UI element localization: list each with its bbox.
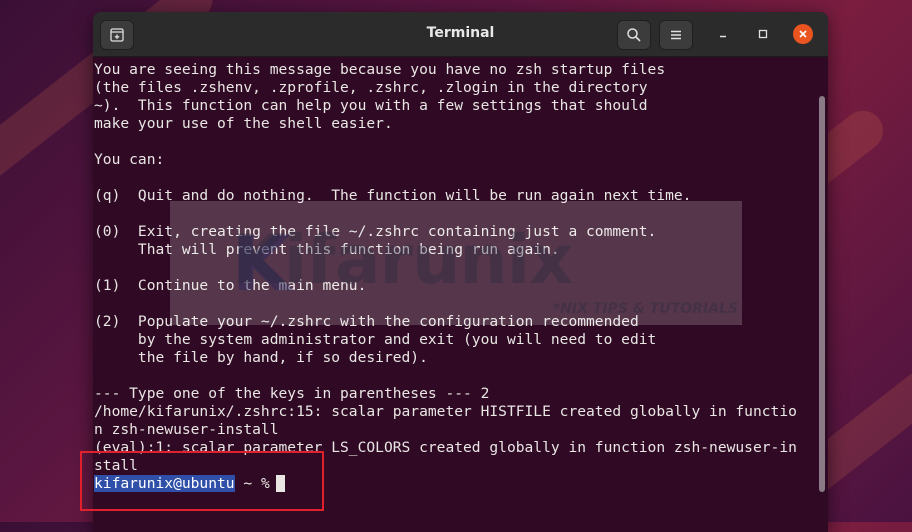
close-button[interactable] xyxy=(793,24,813,44)
terminal-line: (2) Populate your ~/.zshrc with the conf… xyxy=(94,313,639,330)
search-icon xyxy=(627,28,641,42)
terminal-line: the file by hand, if so desired). xyxy=(94,349,428,366)
terminal-line: by the system administrator and exit (yo… xyxy=(94,331,657,348)
scrollbar[interactable] xyxy=(819,96,825,492)
terminal-line: make your use of the shell easier. xyxy=(94,115,393,132)
terminal-line: That will prevent this function being ru… xyxy=(94,241,560,258)
search-button[interactable] xyxy=(617,20,651,50)
hamburger-menu-icon xyxy=(671,30,681,40)
terminal-line: --- Type one of the keys in parentheses … xyxy=(94,385,490,402)
terminal-line: (0) Exit, creating the file ~/.zshrc con… xyxy=(94,223,657,240)
menu-button[interactable] xyxy=(659,20,693,50)
minimize-icon xyxy=(720,35,726,38)
terminal-line: /home/kifarunix/.zshrc:15: scalar parame… xyxy=(94,403,797,420)
terminal-line: (q) Quit and do nothing. The function wi… xyxy=(94,187,692,204)
annotation-highlight-box xyxy=(80,451,324,511)
maximize-icon xyxy=(758,29,768,39)
titlebar: Terminal xyxy=(93,12,828,57)
minimize-button[interactable] xyxy=(713,24,733,44)
terminal-line: You are seeing this message because you … xyxy=(94,61,666,78)
terminal-line: You can: xyxy=(94,151,165,168)
terminal-line: (the files .zshenv, .zprofile, .zshrc, .… xyxy=(94,79,648,96)
terminal-line: (1) Continue to the main menu. xyxy=(94,277,367,294)
terminal-line: n zsh-newuser-install xyxy=(94,421,279,438)
terminal-line: ~). This function can help you with a fe… xyxy=(94,97,648,114)
maximize-button[interactable] xyxy=(753,24,773,44)
close-icon xyxy=(799,30,807,38)
